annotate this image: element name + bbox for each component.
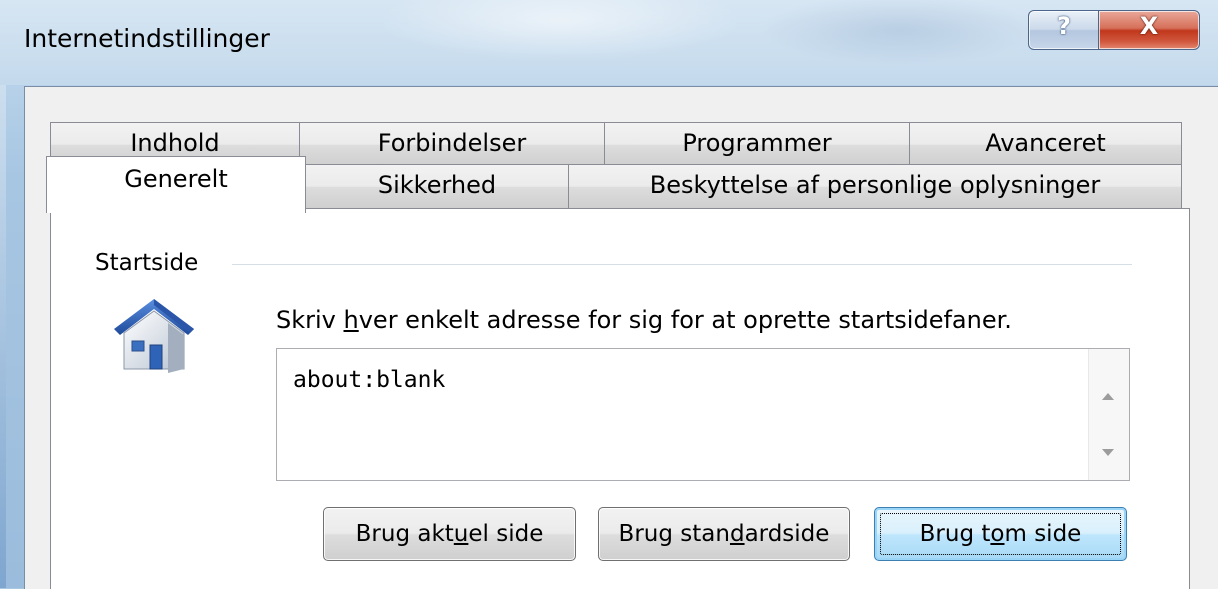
group-divider bbox=[232, 264, 1132, 265]
tab-programmer[interactable]: Programmer bbox=[604, 122, 910, 166]
scroll-down-icon[interactable] bbox=[1102, 449, 1114, 456]
help-icon: ? bbox=[1057, 12, 1071, 40]
address-value: about:blank bbox=[293, 367, 446, 393]
house-icon bbox=[114, 299, 194, 373]
use-default-button[interactable]: Brug standardside bbox=[598, 507, 850, 561]
address-scrollbar[interactable] bbox=[1088, 349, 1129, 480]
tab-forbindelser[interactable]: Forbindelser bbox=[299, 122, 605, 166]
close-icon: X bbox=[1139, 12, 1159, 40]
window-title: Internetindstillinger bbox=[24, 24, 270, 53]
group-label-startside: Startside bbox=[95, 250, 203, 276]
tab-avanceret[interactable]: Avanceret bbox=[909, 122, 1182, 166]
homepage-address-input[interactable]: about:blank bbox=[276, 348, 1130, 481]
tab-generelt[interactable]: Generelt bbox=[46, 156, 306, 213]
help-button[interactable]: ? bbox=[1028, 10, 1100, 50]
tab-sikkerhed[interactable]: Sikkerhed bbox=[305, 164, 569, 208]
scroll-up-icon[interactable] bbox=[1102, 393, 1114, 400]
close-button[interactable]: X bbox=[1098, 10, 1200, 50]
homepage-hint: Skriv hver enkelt adresse for sig for at… bbox=[276, 306, 1012, 334]
use-current-button[interactable]: Brug aktuel side bbox=[323, 507, 576, 561]
tab-beskyttelse[interactable]: Beskyttelse af personlige oplysninger bbox=[568, 164, 1182, 208]
use-blank-button[interactable]: Brug tom side bbox=[874, 507, 1127, 561]
